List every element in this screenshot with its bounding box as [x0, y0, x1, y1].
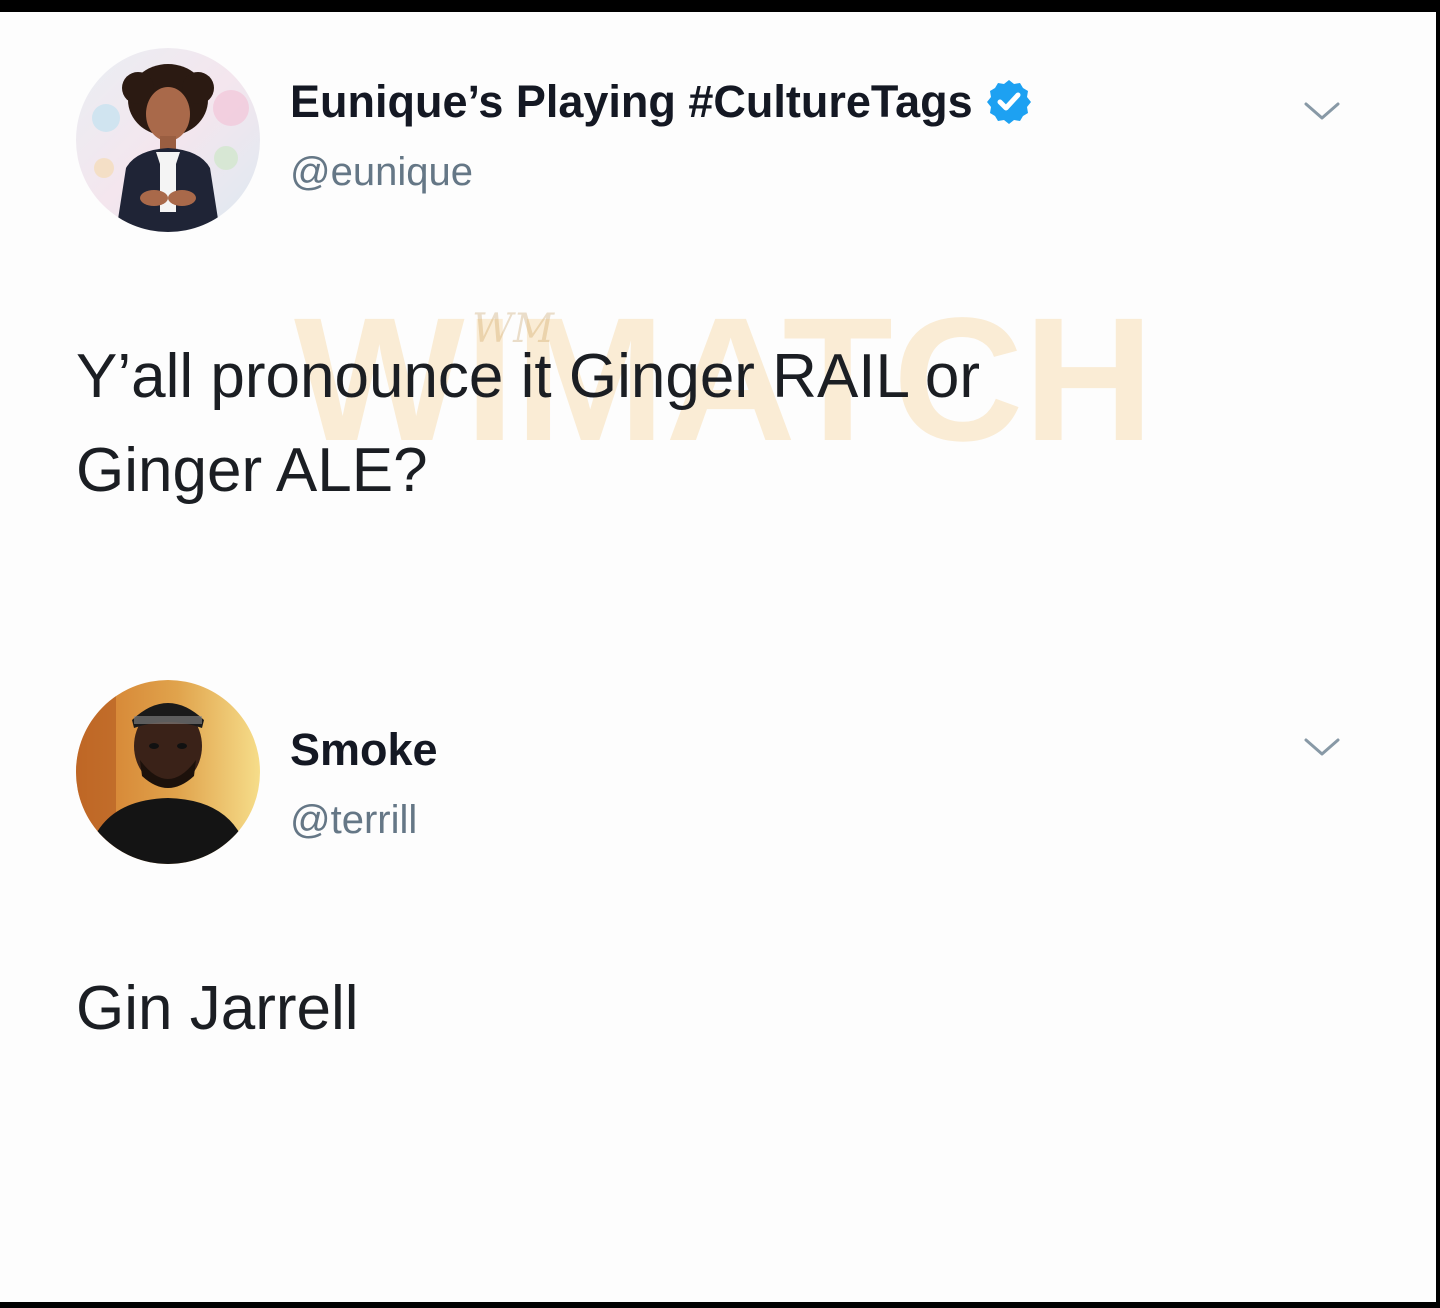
display-name[interactable]: Eunique’s Playing #CultureTags	[290, 76, 1033, 128]
avatar[interactable]	[76, 680, 260, 864]
tweet-text: Gin Jarrell	[76, 962, 1226, 1056]
tweet-text: Y’all pronounce it Ginger RAIL or Ginger…	[76, 330, 1226, 518]
chevron-down-icon[interactable]	[1300, 732, 1344, 762]
verified-badge-icon	[986, 80, 1031, 124]
display-name-text: Smoke	[290, 724, 438, 775]
tweet-text-line: Y’all pronounce it Ginger RAIL or	[76, 342, 981, 411]
handle[interactable]: @eunique	[290, 150, 473, 195]
display-name-text: Eunique’s Playing #CultureTags	[290, 76, 973, 127]
tweet-text-line: Ginger ALE?	[76, 436, 428, 505]
chevron-down-icon[interactable]	[1300, 96, 1344, 126]
profile-photo-woman-icon	[76, 48, 260, 232]
profile-photo-man-icon	[76, 680, 260, 864]
display-name[interactable]: Smoke	[290, 724, 438, 776]
handle[interactable]: @terrill	[290, 798, 417, 843]
avatar[interactable]	[76, 48, 260, 232]
screenshot-canvas: WM WIMATCH Eunique’s Playing #CultureTag…	[0, 12, 1436, 1302]
tweet-text-line: Gin Jarrell	[76, 974, 359, 1043]
